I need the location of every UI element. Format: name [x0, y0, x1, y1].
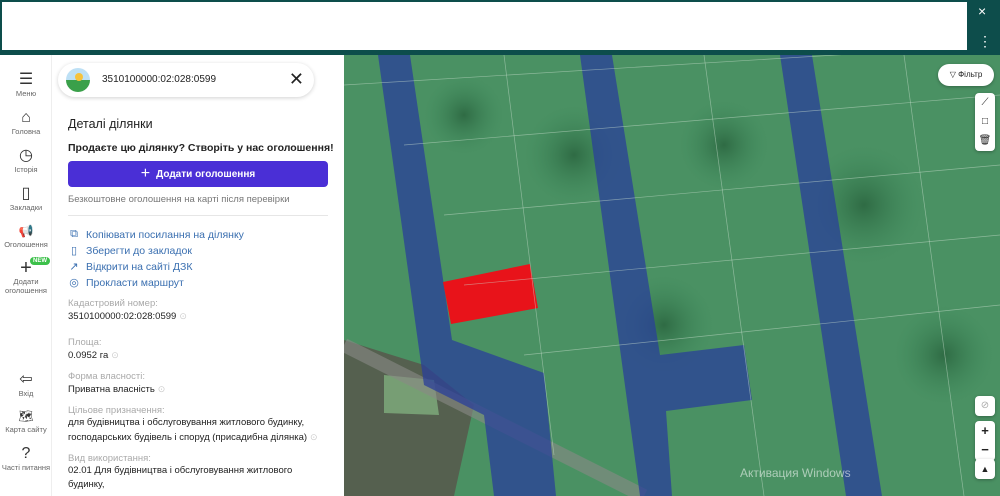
- copy-icon[interactable]: ⊙: [179, 311, 187, 321]
- rail-label: Часті питання: [1, 463, 51, 472]
- copy-icon: ⧉: [70, 228, 78, 240]
- action-label: Відкрити на сайті ДЗК: [86, 260, 193, 273]
- parcel-details-panel: 3510100000:02:028:0599 ✕ Деталі ділянки …: [52, 55, 344, 496]
- clock-icon: ◷: [19, 147, 33, 164]
- zoom-out-button[interactable]: −: [975, 440, 995, 459]
- compass-icon[interactable]: ▲: [975, 459, 995, 479]
- rail-label: Закладки: [9, 203, 43, 212]
- polygon-tool-icon[interactable]: □: [975, 112, 995, 131]
- bookmark-action[interactable]: ▯ Зберегти до закладок: [68, 244, 192, 258]
- field-value: 3510100000:02:028:0599: [68, 311, 177, 322]
- rail-label: Меню: [15, 89, 37, 98]
- field-ownership: Форма власності: Приватна власність ⊙: [68, 371, 330, 397]
- rail-menu[interactable]: ☰ Меню: [0, 71, 52, 98]
- bookmark-icon: ▯: [70, 245, 78, 257]
- location-pin-icon: ◎: [69, 277, 79, 289]
- rail-label: Вхід: [18, 389, 34, 398]
- rail-faq[interactable]: ? Часті питання: [0, 445, 52, 472]
- filter-button[interactable]: ▽ Фільтр: [938, 64, 994, 86]
- field-label: Кадастровий номер:: [68, 298, 158, 309]
- draw-toolbar: ⟋ □ 🗑: [975, 93, 995, 151]
- rail-label: Карта сайту: [5, 425, 47, 434]
- rail-label: Головна: [11, 127, 41, 136]
- add-listing-button[interactable]: + Додати оголошення: [68, 161, 328, 187]
- megaphone-icon: 📢: [18, 224, 34, 238]
- copy-icon[interactable]: ⊙: [158, 384, 166, 394]
- map-layers: [344, 55, 1000, 496]
- promo-text: Продаєте цю ділянку? Створіть у нас огол…: [68, 142, 334, 154]
- new-badge: NEW: [30, 257, 50, 265]
- field-area: Площа: 0.0952 га ⊙: [68, 337, 330, 363]
- copy-icon[interactable]: ⊙: [310, 432, 318, 442]
- copy-icon[interactable]: ⊙: [111, 350, 119, 360]
- action-label: Прокласти маршрут: [86, 276, 184, 289]
- action-label: Копіювати посилання на ділянку: [86, 228, 244, 241]
- browser-top-bar: × ⋮: [0, 0, 1000, 55]
- route-action[interactable]: ◎ Прокласти маршрут: [68, 276, 184, 290]
- kebab-menu-icon[interactable]: ⋮: [978, 33, 992, 50]
- logo: [66, 68, 90, 92]
- trash-icon[interactable]: 🗑: [975, 131, 995, 150]
- field-usage: Вид використання: 02.01 Для будівництва і…: [68, 453, 330, 492]
- sidebar-rail: ☰ Меню ⌂ Головна ◷ Історія ▯ Закладки 📢 Оголо…: [0, 55, 52, 496]
- address-area[interactable]: [2, 2, 967, 50]
- satellite-map[interactable]: ▽ Фільтр ⟋ □ 🗑 ⊘ + − ▲ Активация Windows: [344, 55, 1000, 496]
- rail-label: Оголошення: [4, 240, 48, 249]
- field-purpose: Цільове призначення: для будівництва і об…: [68, 405, 330, 445]
- external-link-icon: ↗: [69, 261, 79, 273]
- panel-title: Деталі ділянки: [68, 117, 153, 131]
- home-icon: ⌂: [21, 109, 31, 126]
- rail-history[interactable]: ◷ Історія: [0, 147, 52, 174]
- field-value: для будівництва і обслуговування житлово…: [68, 417, 308, 443]
- rail-add-listing[interactable]: + NEW Додати оголошення: [0, 257, 52, 295]
- field-value: 02.01 Для будівництва і обслуговування ж…: [68, 465, 293, 490]
- map-icon: 🗺: [18, 409, 34, 423]
- field-value: 0.0952 га: [68, 350, 109, 361]
- windows-watermark: Активация Windows: [740, 466, 851, 480]
- line-tool-icon[interactable]: ⟋: [975, 93, 995, 112]
- rail-login[interactable]: ⇦ Вхід: [0, 371, 52, 398]
- field-cadastral: Кадастровий номер: 3510100000:02:028:0599…: [68, 298, 330, 324]
- field-label: Цільове призначення:: [68, 405, 165, 416]
- rail-sitemap[interactable]: 🗺 Карта сайту: [0, 407, 52, 434]
- field-label: Вид використання:: [68, 453, 151, 464]
- question-icon: ?: [21, 445, 31, 462]
- rail-listings[interactable]: 📢 Оголошення: [0, 222, 52, 249]
- filter-icon: ▽: [949, 70, 959, 79]
- close-search-icon[interactable]: ✕: [289, 69, 304, 90]
- search-bar[interactable]: 3510100000:02:028:0599 ✕: [58, 63, 314, 97]
- filter-label: Фільтр: [958, 70, 983, 79]
- rail-home[interactable]: ⌂ Головна: [0, 109, 52, 136]
- zoom-control: + −: [975, 421, 995, 461]
- rail-label: Додати оголошення: [5, 277, 47, 295]
- layers-toggle-icon[interactable]: ⊘: [975, 396, 995, 416]
- action-label: Зберегти до закладок: [86, 244, 192, 257]
- copy-link-action[interactable]: ⧉ Копіювати посилання на ділянку: [68, 228, 244, 241]
- close-icon[interactable]: ×: [978, 3, 986, 19]
- divider: [68, 215, 328, 216]
- bookmark-icon: ▯: [21, 185, 31, 202]
- free-note: Безкоштовне оголошення на карті після пе…: [68, 194, 290, 205]
- zoom-in-button[interactable]: +: [975, 421, 995, 440]
- menu-icon: ☰: [18, 71, 34, 88]
- plus-icon: +: [140, 165, 151, 182]
- search-input[interactable]: 3510100000:02:028:0599: [102, 74, 216, 85]
- open-dzk-action[interactable]: ↗ Відкрити на сайті ДЗК: [68, 260, 193, 274]
- field-label: Форма власності:: [68, 371, 146, 382]
- button-label: Додати оголошення: [156, 168, 256, 180]
- login-icon: ⇦: [19, 371, 33, 388]
- field-value: Приватна власність: [68, 384, 155, 395]
- field-label: Площа:: [68, 337, 102, 348]
- rail-bookmarks[interactable]: ▯ Закладки: [0, 185, 52, 212]
- rail-label: Історія: [14, 165, 38, 174]
